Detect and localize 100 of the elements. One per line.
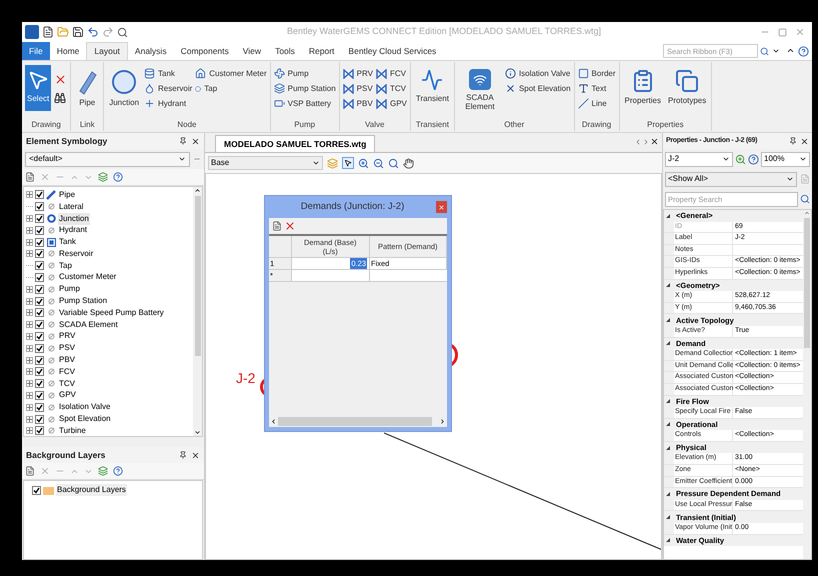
new-icon[interactable]	[272, 221, 282, 231]
search-icon[interactable]	[760, 47, 769, 56]
expand-toggle[interactable]	[26, 321, 33, 328]
checkbox[interactable]	[35, 379, 44, 388]
ribbon-tab[interactable]: View	[236, 42, 268, 60]
new-icon[interactable]	[25, 466, 35, 476]
tree-item[interactable]: Tap	[58, 260, 73, 272]
maximize-icon[interactable]	[778, 28, 787, 36]
pin-icon[interactable]	[179, 451, 187, 459]
ribbon-button[interactable]: FCV	[376, 67, 407, 80]
ribbon-tab[interactable]: Layout	[86, 42, 128, 60]
ribbon-button[interactable]: PRV	[342, 67, 373, 80]
delete-icon[interactable]	[284, 220, 296, 232]
tree-item[interactable]: TCV	[58, 378, 76, 390]
ribbon-button[interactable]: Junction	[107, 65, 142, 111]
checkbox[interactable]	[35, 414, 44, 424]
checkbox[interactable]	[35, 356, 44, 365]
tree-item[interactable]: Tank	[58, 236, 77, 248]
ribbon-button[interactable]: Text	[578, 82, 616, 95]
table-cell[interactable]	[370, 270, 447, 281]
help-icon[interactable]	[113, 172, 123, 182]
checkbox[interactable]	[35, 308, 44, 318]
expand-toggle[interactable]	[26, 250, 33, 258]
checkbox[interactable]	[35, 214, 44, 223]
search-icon[interactable]	[800, 194, 810, 204]
tree-item[interactable]: Pipe	[58, 188, 76, 201]
table-cell[interactable]	[292, 270, 370, 281]
tree-item[interactable]: Spot Elevation	[58, 413, 112, 426]
checkbox[interactable]	[35, 272, 44, 282]
checkbox[interactable]	[35, 426, 44, 436]
close-icon[interactable]	[800, 136, 809, 146]
chevron-left-icon[interactable]	[270, 418, 277, 425]
ribbon-button[interactable]: GPV	[376, 97, 407, 110]
tree-item[interactable]: SCADA Element	[58, 318, 119, 331]
expand-toggle[interactable]	[26, 332, 33, 340]
ribbon-button[interactable]: Isolation Valve	[504, 67, 571, 80]
tree-item[interactable]: GPV	[58, 389, 77, 402]
expand-toggle[interactable]	[26, 368, 33, 376]
ribbon-tab[interactable]: Report	[302, 42, 342, 60]
expand-toggle[interactable]	[26, 286, 33, 293]
checkbox[interactable]	[35, 390, 44, 400]
zoom-icon[interactable]	[388, 158, 399, 168]
tree-item[interactable]: Hydrant	[58, 224, 88, 236]
ribbon-tab[interactable]: Analysis	[128, 42, 174, 60]
tree-item[interactable]: FCV	[58, 366, 76, 378]
new-icon[interactable]	[25, 172, 35, 182]
new-icon[interactable]	[42, 26, 54, 38]
checkbox[interactable]	[35, 261, 44, 270]
help-icon[interactable]	[113, 466, 123, 476]
expand-toggle[interactable]	[26, 226, 33, 234]
zoom-dropdown[interactable]: 100%	[761, 152, 810, 166]
ribbon-button[interactable]: Tap	[195, 82, 267, 95]
expand-toggle[interactable]	[26, 404, 33, 411]
help-icon[interactable]	[798, 46, 809, 57]
filter-dropdown[interactable]: <Show All>	[665, 172, 797, 186]
hand-icon[interactable]	[403, 158, 414, 168]
checkbox[interactable]	[35, 344, 44, 353]
ribbon-button[interactable]: Reservoir	[144, 82, 192, 95]
ribbon-button[interactable]: VSP Battery	[274, 97, 336, 110]
expand-toggle[interactable]	[26, 214, 33, 222]
tree-item[interactable]: Turbine	[58, 424, 87, 436]
expand-toggle[interactable]	[26, 298, 33, 305]
ribbon-button[interactable]: Border	[578, 67, 616, 80]
close-icon[interactable]	[191, 450, 200, 460]
ribbon-button[interactable]: SCADA Element	[458, 65, 502, 111]
ribbon-tab[interactable]: Tools	[268, 42, 302, 60]
scrollbar-thumb[interactable]	[194, 196, 200, 356]
ribbon-button[interactable]: Prototypes	[666, 65, 708, 111]
tree-item[interactable]: Pump Station	[58, 295, 108, 308]
checkbox[interactable]	[35, 402, 44, 412]
ribbon-button[interactable]: Pump	[274, 67, 336, 80]
dropdown-icon[interactable]	[772, 47, 780, 55]
ribbon-tab[interactable]: Components	[174, 42, 236, 60]
ribbon-button[interactable]: Pump Station	[274, 82, 336, 95]
scrollbar-thumb[interactable]	[804, 218, 810, 348]
chevron-down-icon[interactable]	[194, 429, 201, 436]
tree-item[interactable]: PRV	[58, 330, 76, 342]
scenario-dropdown[interactable]: Base	[208, 156, 323, 170]
preview-icon[interactable]	[117, 26, 128, 38]
layers-icon[interactable]	[98, 172, 108, 182]
ribbon-button[interactable]: Pipe	[74, 65, 100, 111]
tree-item[interactable]: Background Layers	[56, 484, 127, 496]
chevron-up-icon[interactable]	[194, 187, 201, 194]
checkbox[interactable]	[35, 202, 44, 212]
scrollbar-thumb[interactable]	[278, 417, 432, 426]
ribbon-button[interactable]: Properties	[622, 65, 664, 111]
tree-item[interactable]: Junction	[58, 212, 90, 224]
checkbox[interactable]	[35, 249, 44, 258]
ribbon-button[interactable]: TCV	[376, 82, 407, 95]
ribbon-tab[interactable]: Bentley Cloud Services	[341, 42, 444, 60]
scrollbar[interactable]	[803, 210, 811, 559]
ribbon-button[interactable]: Customer Meter	[195, 67, 267, 80]
tree-item[interactable]: Pump	[58, 283, 81, 296]
expand-toggle[interactable]	[26, 309, 33, 316]
undo-icon[interactable]	[87, 26, 99, 38]
tree-item[interactable]: Reservoir	[58, 248, 94, 260]
ribbon-button[interactable]: Hydrant	[144, 97, 192, 110]
pin-icon[interactable]	[179, 137, 187, 145]
checkbox[interactable]	[35, 190, 44, 200]
ribbon-button[interactable]: PSV	[342, 82, 373, 95]
